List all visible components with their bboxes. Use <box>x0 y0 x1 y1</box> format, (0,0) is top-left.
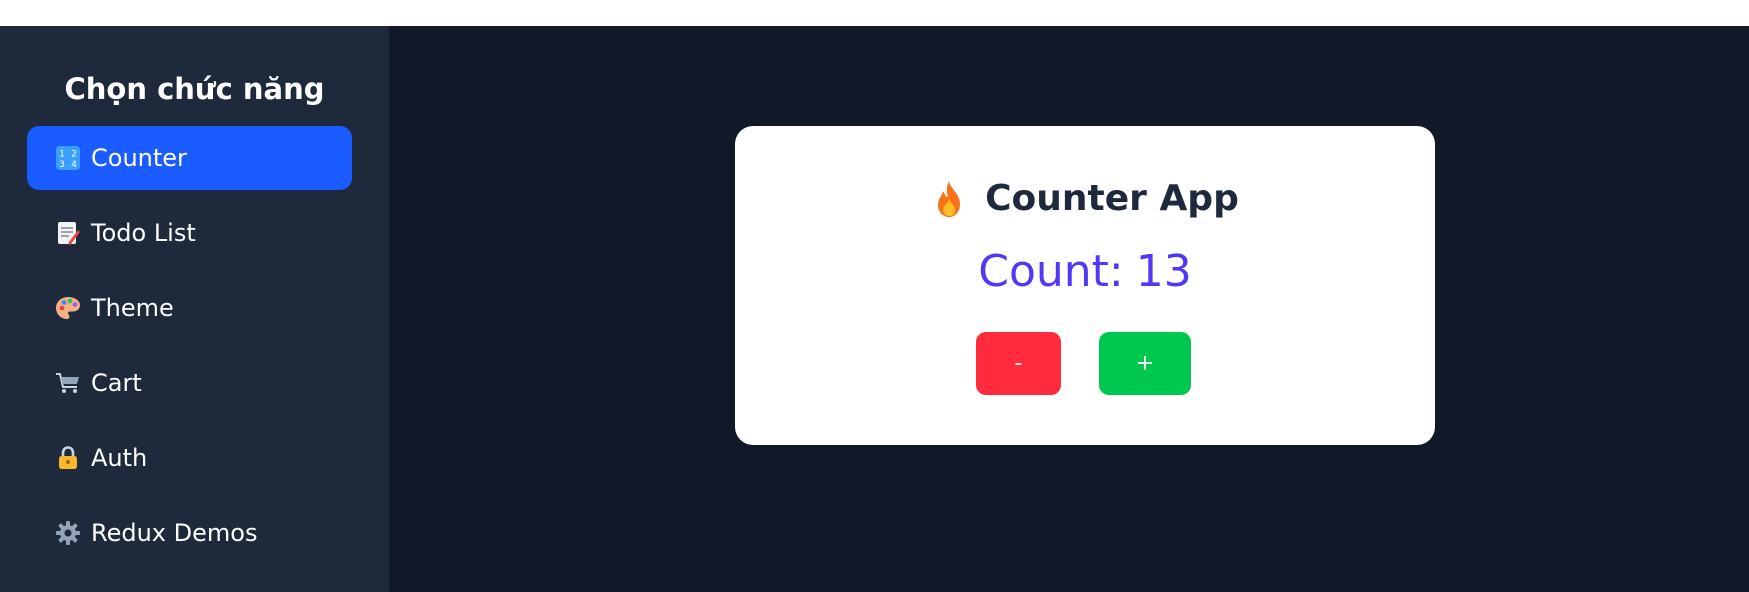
palette-icon <box>55 295 81 321</box>
memo-icon <box>55 220 81 246</box>
shopping-cart-icon <box>55 370 81 396</box>
sidebar: Chọn chức năng 1 2 3 4 Counter Todo List… <box>0 26 389 592</box>
browser-top-strip <box>0 0 1749 26</box>
decrement-button[interactable]: - <box>976 332 1061 395</box>
sidebar-item-label: Todo List <box>91 219 196 247</box>
sidebar-item-label: Counter <box>91 144 187 172</box>
counter-card: Counter App Count: 13 - + <box>735 126 1435 445</box>
main-content: Counter App Count: 13 - + <box>389 26 1749 592</box>
sidebar-item-theme[interactable]: Theme <box>27 276 352 340</box>
sidebar-title: Chọn chức năng <box>64 72 325 106</box>
sidebar-item-counter[interactable]: 1 2 3 4 Counter <box>27 126 352 190</box>
svg-text:1: 1 <box>59 150 65 160</box>
sidebar-item-cart[interactable]: Cart <box>27 351 352 415</box>
input-numbers-icon: 1 2 3 4 <box>55 145 81 171</box>
sidebar-item-auth[interactable]: Auth <box>27 426 352 490</box>
sidebar-item-label: Auth <box>91 444 148 472</box>
lock-icon <box>55 445 81 471</box>
fire-icon <box>931 179 967 219</box>
svg-text:3: 3 <box>59 160 65 170</box>
count-display: Count: 13 <box>735 243 1435 301</box>
counter-title: Counter App <box>735 178 1435 219</box>
sidebar-nav: 1 2 3 4 Counter Todo List Theme Cart Aut… <box>0 126 389 565</box>
counter-title-text: Counter App <box>985 178 1239 219</box>
svg-text:4: 4 <box>71 160 77 170</box>
sidebar-item-label: Theme <box>91 294 174 322</box>
count-value: 13 <box>1135 246 1192 297</box>
sidebar-item-todo-list[interactable]: Todo List <box>27 201 352 265</box>
sidebar-item-redux-demos[interactable]: Redux Demos <box>27 501 352 565</box>
increment-button[interactable]: + <box>1099 332 1191 395</box>
sidebar-item-label: Cart <box>91 369 142 397</box>
svg-text:2: 2 <box>71 150 77 160</box>
sidebar-item-label: Redux Demos <box>91 519 258 547</box>
gear-icon <box>55 520 81 546</box>
count-label: Count: <box>978 246 1124 297</box>
app-layout: Chọn chức năng 1 2 3 4 Counter Todo List… <box>0 26 1749 592</box>
